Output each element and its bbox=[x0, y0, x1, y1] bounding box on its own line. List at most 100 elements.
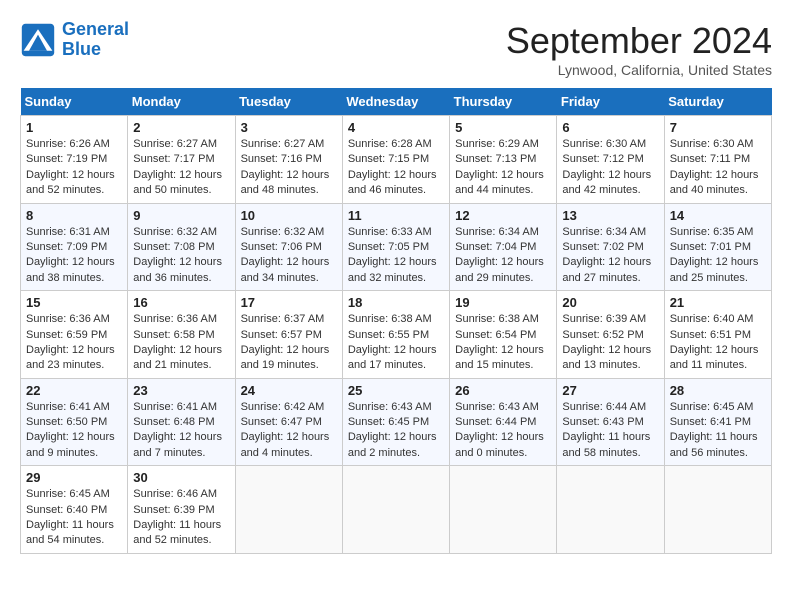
logo-text: General Blue bbox=[62, 20, 129, 60]
calendar-week-4: 22 Sunrise: 6:41 AM Sunset: 6:50 PM Dayl… bbox=[21, 378, 772, 466]
cell-content: Sunrise: 6:36 AM Sunset: 6:59 PM Dayligh… bbox=[26, 312, 122, 374]
cell-content: Sunrise: 6:44 AM Sunset: 6:43 PM Dayligh… bbox=[562, 400, 658, 462]
calendar-cell: 6 Sunrise: 6:30 AM Sunset: 7:12 PM Dayli… bbox=[557, 116, 664, 204]
calendar-cell: 16 Sunrise: 6:36 AM Sunset: 6:58 PM Dayl… bbox=[128, 291, 235, 379]
cell-content: Sunrise: 6:37 AM Sunset: 6:57 PM Dayligh… bbox=[241, 312, 337, 374]
calendar-cell: 3 Sunrise: 6:27 AM Sunset: 7:16 PM Dayli… bbox=[235, 116, 342, 204]
cell-content: Sunrise: 6:31 AM Sunset: 7:09 PM Dayligh… bbox=[26, 225, 122, 287]
cell-content: Sunrise: 6:32 AM Sunset: 7:08 PM Dayligh… bbox=[133, 225, 229, 287]
day-number: 24 bbox=[241, 383, 337, 398]
calendar-cell: 23 Sunrise: 6:41 AM Sunset: 6:48 PM Dayl… bbox=[128, 378, 235, 466]
day-number: 30 bbox=[133, 470, 229, 485]
day-number: 21 bbox=[670, 295, 766, 310]
calendar-cell: 30 Sunrise: 6:46 AM Sunset: 6:39 PM Dayl… bbox=[128, 466, 235, 554]
col-tuesday: Tuesday bbox=[235, 88, 342, 116]
calendar-cell: 1 Sunrise: 6:26 AM Sunset: 7:19 PM Dayli… bbox=[21, 116, 128, 204]
calendar-cell: 20 Sunrise: 6:39 AM Sunset: 6:52 PM Dayl… bbox=[557, 291, 664, 379]
col-thursday: Thursday bbox=[450, 88, 557, 116]
cell-content: Sunrise: 6:42 AM Sunset: 6:47 PM Dayligh… bbox=[241, 400, 337, 462]
col-friday: Friday bbox=[557, 88, 664, 116]
calendar-cell bbox=[342, 466, 449, 554]
calendar-cell bbox=[557, 466, 664, 554]
cell-content: Sunrise: 6:28 AM Sunset: 7:15 PM Dayligh… bbox=[348, 137, 444, 199]
calendar-week-1: 1 Sunrise: 6:26 AM Sunset: 7:19 PM Dayli… bbox=[21, 116, 772, 204]
col-monday: Monday bbox=[128, 88, 235, 116]
page-header: General Blue September 2024 Lynwood, Cal… bbox=[20, 20, 772, 78]
cell-content: Sunrise: 6:36 AM Sunset: 6:58 PM Dayligh… bbox=[133, 312, 229, 374]
day-number: 19 bbox=[455, 295, 551, 310]
calendar-cell: 5 Sunrise: 6:29 AM Sunset: 7:13 PM Dayli… bbox=[450, 116, 557, 204]
location: Lynwood, California, United States bbox=[506, 62, 772, 78]
day-number: 3 bbox=[241, 120, 337, 135]
day-number: 15 bbox=[26, 295, 122, 310]
cell-content: Sunrise: 6:39 AM Sunset: 6:52 PM Dayligh… bbox=[562, 312, 658, 374]
cell-content: Sunrise: 6:41 AM Sunset: 6:48 PM Dayligh… bbox=[133, 400, 229, 462]
day-number: 6 bbox=[562, 120, 658, 135]
day-number: 10 bbox=[241, 208, 337, 223]
calendar-week-2: 8 Sunrise: 6:31 AM Sunset: 7:09 PM Dayli… bbox=[21, 203, 772, 291]
cell-content: Sunrise: 6:34 AM Sunset: 7:02 PM Dayligh… bbox=[562, 225, 658, 287]
cell-content: Sunrise: 6:41 AM Sunset: 6:50 PM Dayligh… bbox=[26, 400, 122, 462]
calendar-cell: 12 Sunrise: 6:34 AM Sunset: 7:04 PM Dayl… bbox=[450, 203, 557, 291]
cell-content: Sunrise: 6:43 AM Sunset: 6:44 PM Dayligh… bbox=[455, 400, 551, 462]
calendar-cell: 29 Sunrise: 6:45 AM Sunset: 6:40 PM Dayl… bbox=[21, 466, 128, 554]
logo-icon bbox=[20, 22, 56, 58]
day-number: 25 bbox=[348, 383, 444, 398]
month-title: September 2024 bbox=[506, 20, 772, 62]
cell-content: Sunrise: 6:46 AM Sunset: 6:39 PM Dayligh… bbox=[133, 487, 229, 549]
calendar-table: Sunday Monday Tuesday Wednesday Thursday… bbox=[20, 88, 772, 554]
calendar-cell bbox=[450, 466, 557, 554]
calendar-cell: 4 Sunrise: 6:28 AM Sunset: 7:15 PM Dayli… bbox=[342, 116, 449, 204]
header-row: Sunday Monday Tuesday Wednesday Thursday… bbox=[21, 88, 772, 116]
day-number: 7 bbox=[670, 120, 766, 135]
cell-content: Sunrise: 6:30 AM Sunset: 7:11 PM Dayligh… bbox=[670, 137, 766, 199]
cell-content: Sunrise: 6:34 AM Sunset: 7:04 PM Dayligh… bbox=[455, 225, 551, 287]
day-number: 16 bbox=[133, 295, 229, 310]
day-number: 18 bbox=[348, 295, 444, 310]
calendar-cell: 19 Sunrise: 6:38 AM Sunset: 6:54 PM Dayl… bbox=[450, 291, 557, 379]
cell-content: Sunrise: 6:33 AM Sunset: 7:05 PM Dayligh… bbox=[348, 225, 444, 287]
cell-content: Sunrise: 6:29 AM Sunset: 7:13 PM Dayligh… bbox=[455, 137, 551, 199]
day-number: 5 bbox=[455, 120, 551, 135]
cell-content: Sunrise: 6:38 AM Sunset: 6:55 PM Dayligh… bbox=[348, 312, 444, 374]
day-number: 4 bbox=[348, 120, 444, 135]
day-number: 11 bbox=[348, 208, 444, 223]
day-number: 8 bbox=[26, 208, 122, 223]
day-number: 2 bbox=[133, 120, 229, 135]
calendar-cell: 22 Sunrise: 6:41 AM Sunset: 6:50 PM Dayl… bbox=[21, 378, 128, 466]
day-number: 17 bbox=[241, 295, 337, 310]
day-number: 12 bbox=[455, 208, 551, 223]
cell-content: Sunrise: 6:32 AM Sunset: 7:06 PM Dayligh… bbox=[241, 225, 337, 287]
calendar-cell: 18 Sunrise: 6:38 AM Sunset: 6:55 PM Dayl… bbox=[342, 291, 449, 379]
cell-content: Sunrise: 6:35 AM Sunset: 7:01 PM Dayligh… bbox=[670, 225, 766, 287]
calendar-cell: 24 Sunrise: 6:42 AM Sunset: 6:47 PM Dayl… bbox=[235, 378, 342, 466]
calendar-week-3: 15 Sunrise: 6:36 AM Sunset: 6:59 PM Dayl… bbox=[21, 291, 772, 379]
cell-content: Sunrise: 6:27 AM Sunset: 7:16 PM Dayligh… bbox=[241, 137, 337, 199]
cell-content: Sunrise: 6:43 AM Sunset: 6:45 PM Dayligh… bbox=[348, 400, 444, 462]
col-wednesday: Wednesday bbox=[342, 88, 449, 116]
calendar-cell: 7 Sunrise: 6:30 AM Sunset: 7:11 PM Dayli… bbox=[664, 116, 771, 204]
day-number: 26 bbox=[455, 383, 551, 398]
day-number: 28 bbox=[670, 383, 766, 398]
calendar-cell: 13 Sunrise: 6:34 AM Sunset: 7:02 PM Dayl… bbox=[557, 203, 664, 291]
calendar-cell: 26 Sunrise: 6:43 AM Sunset: 6:44 PM Dayl… bbox=[450, 378, 557, 466]
calendar-cell: 8 Sunrise: 6:31 AM Sunset: 7:09 PM Dayli… bbox=[21, 203, 128, 291]
calendar-cell: 21 Sunrise: 6:40 AM Sunset: 6:51 PM Dayl… bbox=[664, 291, 771, 379]
calendar-cell bbox=[235, 466, 342, 554]
calendar-cell: 28 Sunrise: 6:45 AM Sunset: 6:41 PM Dayl… bbox=[664, 378, 771, 466]
day-number: 29 bbox=[26, 470, 122, 485]
col-sunday: Sunday bbox=[21, 88, 128, 116]
cell-content: Sunrise: 6:45 AM Sunset: 6:40 PM Dayligh… bbox=[26, 487, 122, 549]
day-number: 23 bbox=[133, 383, 229, 398]
col-saturday: Saturday bbox=[664, 88, 771, 116]
day-number: 14 bbox=[670, 208, 766, 223]
cell-content: Sunrise: 6:38 AM Sunset: 6:54 PM Dayligh… bbox=[455, 312, 551, 374]
cell-content: Sunrise: 6:45 AM Sunset: 6:41 PM Dayligh… bbox=[670, 400, 766, 462]
calendar-cell: 2 Sunrise: 6:27 AM Sunset: 7:17 PM Dayli… bbox=[128, 116, 235, 204]
cell-content: Sunrise: 6:26 AM Sunset: 7:19 PM Dayligh… bbox=[26, 137, 122, 199]
day-number: 13 bbox=[562, 208, 658, 223]
calendar-week-5: 29 Sunrise: 6:45 AM Sunset: 6:40 PM Dayl… bbox=[21, 466, 772, 554]
calendar-cell: 9 Sunrise: 6:32 AM Sunset: 7:08 PM Dayli… bbox=[128, 203, 235, 291]
calendar-cell: 11 Sunrise: 6:33 AM Sunset: 7:05 PM Dayl… bbox=[342, 203, 449, 291]
calendar-cell: 27 Sunrise: 6:44 AM Sunset: 6:43 PM Dayl… bbox=[557, 378, 664, 466]
